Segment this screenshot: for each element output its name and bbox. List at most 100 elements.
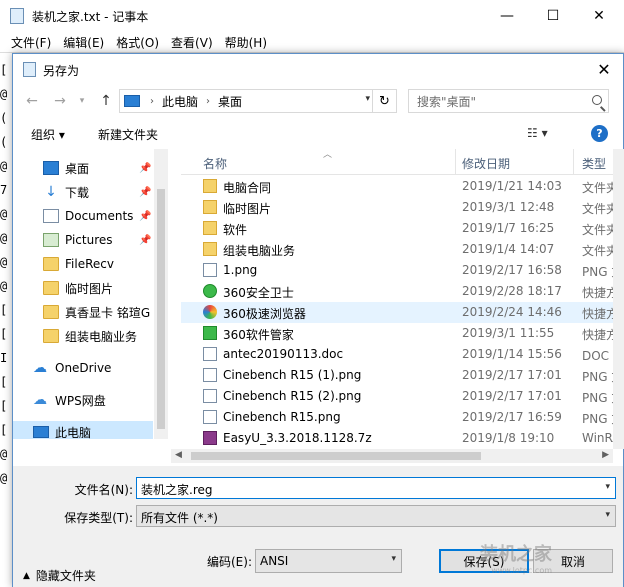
folder-icon (43, 329, 59, 343)
refresh-icon[interactable]: ↻ (372, 90, 396, 112)
file-date: 2019/1/8 19:10 (462, 431, 555, 445)
file-name: 电脑合同 (223, 181, 272, 195)
image-file-icon (203, 263, 217, 277)
recent-chevron-down-icon[interactable]: ▾ (71, 90, 93, 112)
file-type: PNG 文 (582, 412, 613, 426)
file-row[interactable]: 软件 2019/1/7 16:25 文件夹 (181, 218, 613, 239)
notepad-text-line: @ (0, 159, 8, 173)
scroll-thumb[interactable] (191, 452, 481, 460)
file-row[interactable]: 电脑合同 2019/1/21 14:03 文件夹 (181, 176, 613, 197)
new-folder-button[interactable]: 新建文件夹 (98, 126, 158, 143)
notepad-text-line: @ (0, 87, 8, 101)
menu-help[interactable]: 帮助(H) (220, 32, 272, 52)
chevron-down-icon[interactable]: ▾ (605, 482, 610, 492)
filetype-label: 保存类型(T): (64, 511, 133, 525)
hide-folders-toggle[interactable]: ▲ 隐藏文件夹 (23, 567, 96, 584)
file-row[interactable]: 360安全卫士 2019/2/28 18:17 快捷方 (181, 281, 613, 302)
file-list-vertical-scrollbar[interactable] (613, 149, 624, 449)
chevron-down-icon: ▾ (391, 554, 396, 564)
search-input[interactable]: 搜索"桌面" (408, 89, 609, 113)
forward-arrow-icon[interactable]: → (49, 90, 71, 112)
column-date[interactable]: 修改日期 (462, 155, 510, 172)
nav-item[interactable]: 此电脑 (13, 421, 153, 439)
file-name: Cinebench R15 (2).png (223, 389, 362, 403)
chevron-down-icon: ▾ (605, 510, 610, 520)
back-arrow-icon[interactable]: ← (21, 90, 43, 112)
breadcrumb-desktop[interactable]: 桌面 (218, 93, 242, 110)
dialog-close-button[interactable]: ✕ (589, 56, 619, 82)
file-type: 文件夹 (582, 181, 613, 195)
nav-item-label: 此电脑 (55, 425, 92, 440)
address-bar[interactable]: › 此电脑 › 桌面 ▾ ↻ (119, 89, 397, 113)
file-row[interactable]: 360软件管家 2019/3/1 11:55 快捷方 (181, 323, 613, 344)
breadcrumb-this-pc[interactable]: 此电脑 (162, 93, 198, 110)
file-row[interactable]: 1.png 2019/2/17 16:58 PNG 文 (181, 260, 613, 281)
organize-button[interactable]: 组织 ▾ (31, 126, 65, 143)
address-row: ← → ▾ ↑ › 此电脑 › 桌面 ▾ ↻ 搜索"桌面" (13, 86, 623, 116)
folder-icon (203, 179, 217, 193)
file-row[interactable]: 组装电脑业务 2019/1/4 14:07 文件夹 (181, 239, 613, 260)
file-date: 2019/1/14 15:56 (462, 347, 562, 361)
app-manager-shortcut-icon (203, 326, 217, 340)
file-name: 360极速浏览器 (223, 307, 306, 321)
nav-item[interactable]: ↓ 下载 📌 (13, 181, 153, 203)
nav-item[interactable]: 临时图片 (13, 277, 153, 299)
hide-folders-label: 隐藏文件夹 (35, 569, 96, 583)
scroll-right-icon[interactable]: ▶ (602, 450, 609, 460)
file-row[interactable]: Cinebench R15 (2).png 2019/2/17 17:01 PNG … (181, 386, 613, 407)
file-date: 2019/3/1 12:48 (462, 200, 555, 214)
column-type[interactable]: 类型 (582, 155, 606, 172)
file-name: 软件 (223, 223, 248, 237)
file-row[interactable]: EasyU_3.3.2018.1128.7z 2019/1/8 19:10 WinR… (181, 428, 613, 449)
column-name[interactable]: 名称 (203, 155, 227, 172)
file-row[interactable]: 临时图片 2019/3/1 12:48 文件夹 (181, 197, 613, 218)
maximize-button[interactable]: ☐ (530, 0, 576, 32)
minimize-button[interactable]: — (484, 0, 530, 32)
file-name: antec20190113.doc (223, 347, 344, 361)
nav-item[interactable]: 真香显卡 铭瑄G (13, 301, 153, 323)
close-button[interactable]: ✕ (576, 0, 622, 32)
notepad-text-line: ( (0, 111, 8, 125)
folder-icon (203, 242, 217, 256)
file-name: Cinebench R15 (1).png (223, 368, 362, 382)
scroll-thumb[interactable] (157, 189, 165, 429)
view-options-icon[interactable]: ☷ ▾ (527, 126, 548, 140)
nav-item[interactable]: ☁ OneDrive (13, 357, 153, 379)
file-row[interactable]: antec20190113.doc 2019/1/14 15:56 DOC 文 (181, 344, 613, 365)
nav-item[interactable]: Documents 📌 (13, 205, 153, 227)
file-date: 2019/2/17 17:01 (462, 389, 562, 403)
filename-input[interactable]: 装机之家.reg ▾ (136, 477, 616, 499)
filetype-select[interactable]: 所有文件 (*.*) ▾ (136, 505, 616, 527)
scroll-left-icon[interactable]: ◀ (175, 450, 182, 460)
notepad-text-line: @ (0, 231, 8, 245)
menu-edit[interactable]: 编辑(E) (58, 32, 109, 52)
file-type: 文件夹 (582, 244, 613, 258)
encoding-select[interactable]: ANSI ▾ (255, 549, 402, 573)
menu-format[interactable]: 格式(O) (111, 32, 164, 52)
file-row[interactable]: Cinebench R15 (1).png 2019/2/17 17:01 PNG … (181, 365, 613, 386)
nav-item[interactable]: FileRecv (13, 253, 153, 275)
nav-item[interactable]: Pictures 📌 (13, 229, 153, 251)
file-row[interactable]: 360极速浏览器 2019/2/24 14:46 快捷方 (181, 302, 613, 323)
address-dropdown-icon[interactable]: ▾ (365, 94, 370, 104)
nav-item[interactable]: 桌面 📌 (13, 157, 153, 179)
navigation-scrollbar[interactable] (154, 149, 168, 439)
nav-item-label: Documents (65, 209, 134, 223)
nav-item[interactable]: 组装电脑业务 (13, 325, 153, 347)
folder-icon (203, 221, 217, 235)
file-name: 1.png (223, 263, 258, 277)
up-arrow-icon[interactable]: ↑ (95, 90, 117, 112)
file-list-horizontal-scrollbar[interactable]: ◀ ▶ (171, 449, 613, 463)
file-type: DOC 文 (582, 349, 613, 363)
file-type: 文件夹 (582, 202, 613, 216)
file-row[interactable]: Cinebench R15.png 2019/2/17 16:59 PNG 文 (181, 407, 613, 428)
notepad-visible-text: [@ ((@7 @ @ @ @ [[I [[[@ @ (0, 58, 10, 490)
column-divider[interactable] (455, 149, 456, 175)
file-date: 2019/2/28 18:17 (462, 284, 562, 298)
nav-item[interactable]: ☁ WPS网盘 (13, 389, 153, 411)
column-divider[interactable] (573, 149, 574, 175)
menu-view[interactable]: 查看(V) (166, 32, 218, 52)
notepad-text-line: @ (0, 279, 8, 293)
menu-file[interactable]: 文件(F) (6, 32, 56, 52)
help-icon[interactable]: ? (591, 125, 608, 142)
